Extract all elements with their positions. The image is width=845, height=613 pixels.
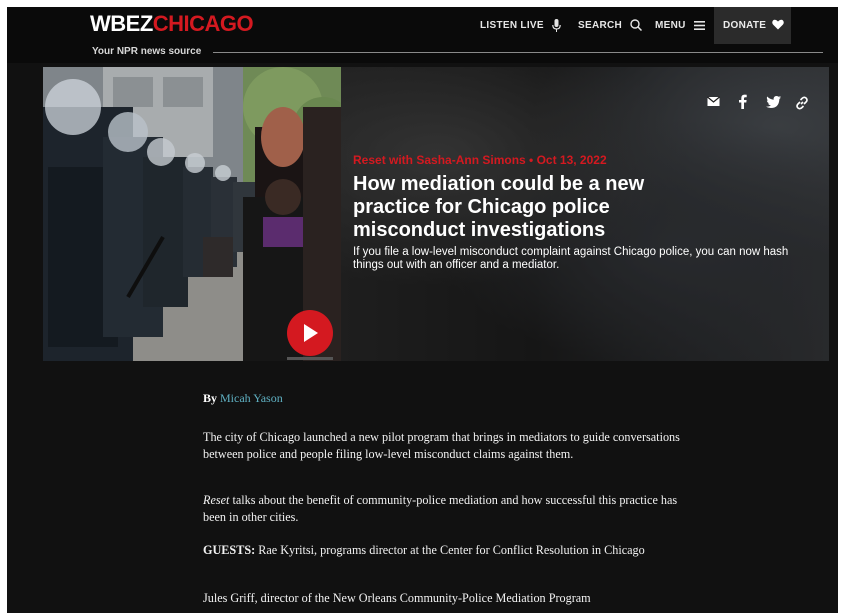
tagline: Your NPR news source bbox=[92, 46, 202, 57]
hamburger-icon bbox=[693, 20, 705, 30]
menu-label: MENU bbox=[655, 20, 686, 31]
show-name: Reset bbox=[203, 493, 230, 507]
link-icon[interactable] bbox=[795, 96, 809, 110]
logo-chicago: CHICAGO bbox=[152, 11, 254, 36]
twitter-icon[interactable] bbox=[766, 96, 781, 108]
menu-button[interactable]: MENU bbox=[655, 16, 705, 36]
story-kicker[interactable]: Reset with Sasha-Ann Simons • Oct 13, 20… bbox=[353, 153, 607, 167]
email-icon[interactable] bbox=[707, 96, 720, 107]
video-progress-track bbox=[287, 357, 333, 360]
search-button[interactable]: SEARCH bbox=[578, 16, 643, 36]
donate-label: DONATE bbox=[723, 20, 767, 31]
heart-icon bbox=[772, 19, 784, 30]
play-icon bbox=[304, 324, 318, 342]
wbez-logo[interactable]: WBEZCHICAGO bbox=[90, 11, 254, 36]
site-header: WBEZCHICAGO Your NPR news source LISTEN … bbox=[7, 7, 838, 63]
article-headline: How mediation could be a new practice fo… bbox=[353, 173, 645, 241]
guests-label: GUESTS: bbox=[203, 543, 256, 557]
article-paragraph: Reset talks about the benefit of communi… bbox=[203, 492, 683, 525]
paragraph-text: talks about the benefit of community-pol… bbox=[203, 493, 678, 524]
search-icon bbox=[630, 19, 643, 32]
play-video-button[interactable] bbox=[287, 310, 333, 356]
author-link[interactable]: Micah Yason bbox=[220, 391, 283, 405]
microphone-icon bbox=[552, 18, 561, 32]
page: WBEZCHICAGO Your NPR news source LISTEN … bbox=[7, 7, 838, 613]
article-paragraph: The city of Chicago launched a new pilot… bbox=[203, 430, 680, 461]
donate-button[interactable]: DONATE bbox=[714, 7, 791, 44]
listen-live-button[interactable]: LISTEN LIVE bbox=[480, 16, 561, 36]
byline-label: By bbox=[203, 391, 218, 405]
hero-banner: Reset with Sasha-Ann Simons • Oct 13, 20… bbox=[43, 67, 829, 361]
article-dek: If you file a low-level misconduct compl… bbox=[353, 246, 789, 271]
guest-text: Rae Kyritsi, programs director at the Ce… bbox=[255, 543, 645, 557]
header-divider bbox=[213, 52, 823, 53]
listen-live-label: LISTEN LIVE bbox=[480, 20, 544, 31]
guests-paragraph: GUESTS: Rae Kyritsi, programs director a… bbox=[203, 542, 683, 559]
byline: By Micah Yason bbox=[203, 391, 283, 406]
facebook-icon[interactable] bbox=[738, 94, 747, 109]
guest-paragraph: Jules Griff, director of the New Orleans… bbox=[203, 591, 591, 605]
search-label: SEARCH bbox=[578, 20, 623, 31]
logo-wbez: WBEZ bbox=[90, 11, 153, 36]
